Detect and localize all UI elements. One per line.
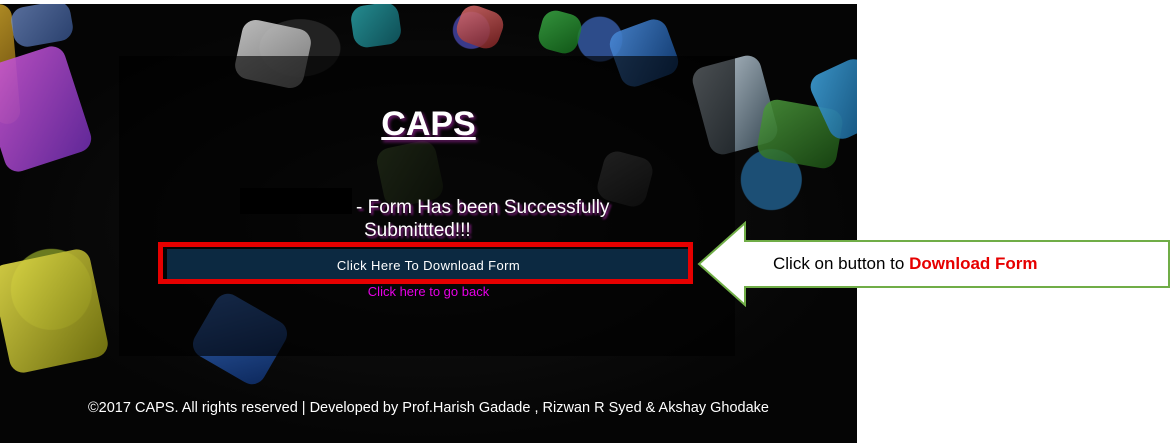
success-message-line2: Submittted!!! — [364, 220, 471, 241]
app-tile-icon — [349, 4, 403, 50]
footer-copyright: ©2017 CAPS. All rights reserved | Develo… — [88, 400, 769, 416]
app-tile-icon — [535, 7, 585, 57]
success-message-line1: - Form Has been Successfully — [356, 197, 610, 218]
callout-text-highlight: Download Form — [909, 254, 1038, 273]
redacted-name — [240, 188, 352, 214]
app-tile-icon — [452, 4, 508, 53]
callout-text-prefix: Click on button to — [773, 254, 905, 273]
callout-text: Click on button to Download Form — [773, 254, 1168, 274]
instruction-callout: Click on button to Download Form — [697, 221, 1171, 307]
highlight-box — [158, 242, 693, 284]
page-title: CAPS — [381, 105, 476, 143]
app-tile-icon — [8, 4, 76, 49]
success-message: - Form Has been Successfully Submittted!… — [356, 196, 696, 242]
app-tile-icon — [0, 246, 111, 376]
